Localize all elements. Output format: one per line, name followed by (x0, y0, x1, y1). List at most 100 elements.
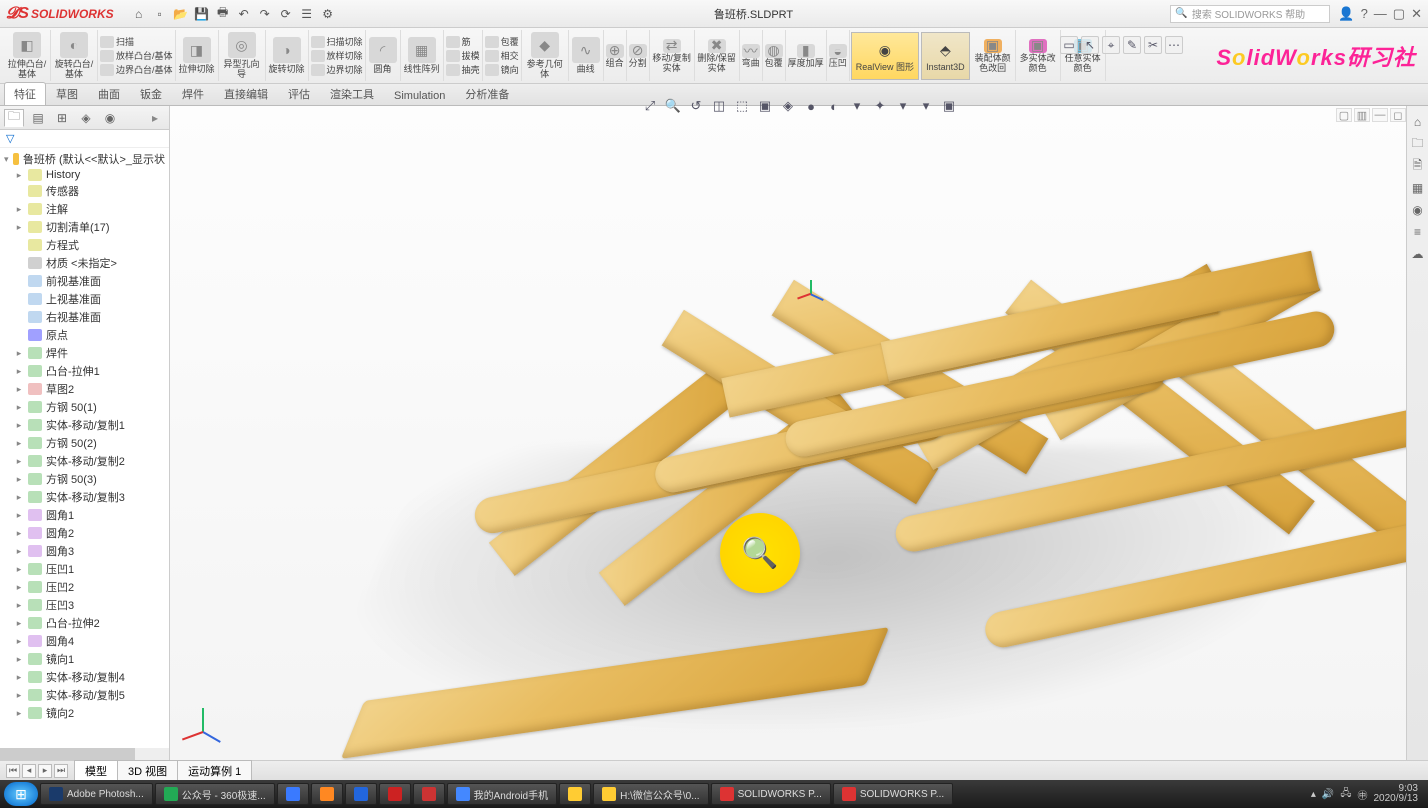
config-mgr-tab[interactable]: ⊞ (52, 109, 72, 127)
tree-item-13[interactable]: ▸方钢 50(1) (0, 398, 169, 416)
minimize-icon[interactable]: — (1374, 6, 1387, 22)
taskbar-item-7[interactable]: 我的Android手机 (447, 783, 557, 805)
cm-tab-2[interactable]: 曲面 (88, 82, 130, 105)
tree-item-22[interactable]: ▸压凹1 (0, 560, 169, 578)
taskbar-item-3[interactable] (311, 783, 343, 805)
shell-button[interactable]: 抽壳 (446, 63, 480, 76)
tree-item-6[interactable]: 前视基准面 (0, 272, 169, 290)
more-icon[interactable]: ⋯ (1165, 36, 1183, 54)
zoom-area-icon[interactable]: 🔍 (663, 96, 683, 116)
system-tray[interactable]: ▴ 🔊 🖧 ㊥ 9:032020/9/13 (1311, 784, 1424, 804)
linear-pattern-button[interactable]: ▦线性阵列 (401, 30, 444, 81)
login-icon[interactable]: 👤 (1338, 6, 1354, 22)
tray-arrow-icon[interactable]: ▴ (1311, 789, 1316, 800)
tree-item-16[interactable]: ▸实体-移动/复制2 (0, 452, 169, 470)
rib-button[interactable]: 筋 (446, 35, 480, 48)
camera-icon[interactable]: ▾ (893, 96, 913, 116)
multibody-color-button[interactable]: ▣多实体改颜色 (1016, 30, 1061, 81)
thicken-button[interactable]: ▮厚度加厚 (786, 30, 827, 81)
bottom-tab-0[interactable]: 模型 (74, 760, 118, 781)
revolve-cut-button[interactable]: ◑旋转切除 (266, 30, 309, 81)
print-icon[interactable]: 🖶 (214, 5, 232, 23)
view-triad[interactable] (190, 700, 230, 740)
curves-button[interactable]: ∿曲线 (569, 30, 604, 81)
color-icon[interactable]: ✎ (1123, 36, 1141, 54)
tray-ime-icon[interactable]: ㊥ (1358, 787, 1368, 802)
tree-item-28[interactable]: ▸实体-移动/复制4 (0, 668, 169, 686)
tree-item-1[interactable]: 传感器 (0, 182, 169, 200)
bottom-tab-2[interactable]: 运动算例 1 (177, 760, 252, 781)
tree-item-30[interactable]: ▸镜向2 (0, 704, 169, 722)
panel-hscroll[interactable] (0, 748, 169, 760)
close-icon[interactable]: ✕ (1411, 6, 1422, 22)
boundary-cut-button[interactable]: 边界切除 (311, 63, 363, 76)
tree-item-9[interactable]: 原点 (0, 326, 169, 344)
taskbar-item-8[interactable] (559, 783, 591, 805)
instant3d-toggle[interactable]: ⬘Instant3D (921, 32, 970, 80)
design-lib-icon[interactable]: 🗀 (1410, 136, 1426, 152)
fillet-button[interactable]: ◜圆角 (366, 30, 401, 81)
cm-tab-0[interactable]: 特征 (4, 82, 46, 105)
realview-toggle[interactable]: ◉RealView 图形 (851, 32, 919, 80)
loft-boss-button[interactable]: 放样凸台/基体 (100, 49, 173, 62)
taskbar-item-9[interactable]: H:\微信公众号\0... (593, 783, 708, 805)
wrap-button[interactable]: 包覆 (485, 35, 519, 48)
vp-max-icon[interactable]: ◻ (1390, 108, 1406, 122)
tree-item-20[interactable]: ▸圆角2 (0, 524, 169, 542)
display-mgr-tab[interactable]: ◉ (100, 109, 120, 127)
revolve-boss-button[interactable]: ◐旋转凸台/基体 (51, 30, 98, 81)
boundary-boss-button[interactable]: 边界凸台/基体 (100, 63, 173, 76)
feature-tree-tab[interactable]: 🗀 (4, 109, 24, 127)
graphics-area[interactable]: ▢ ▥ — ◻ ✕ (170, 106, 1428, 760)
render-icon[interactable]: ✦ (870, 96, 890, 116)
save-icon[interactable]: 💾 (193, 5, 211, 23)
tree-item-25[interactable]: ▸凸台-拉伸2 (0, 614, 169, 632)
swept-cut-button[interactable]: 扫描切除 (311, 35, 363, 48)
flyout-icon[interactable]: ▸ (145, 109, 165, 127)
cm-tab-1[interactable]: 草图 (46, 82, 88, 105)
scene-icon[interactable]: ◐ (824, 96, 844, 116)
vp-split-icon[interactable]: ▥ (1354, 108, 1370, 122)
file-explorer-icon[interactable]: 🗎 (1410, 158, 1426, 174)
tree-item-0[interactable]: ▸History (0, 168, 169, 182)
tray-net-icon[interactable]: 🖧 (1340, 786, 1351, 803)
display-style-icon[interactable]: ▣ (755, 96, 775, 116)
taskbar-item-4[interactable] (345, 783, 377, 805)
tree-item-17[interactable]: ▸方钢 50(3) (0, 470, 169, 488)
tree-root[interactable]: ▾鲁班桥 (默认<<默认>_显示状 (0, 150, 169, 168)
tree-filter[interactable]: ▽ (0, 130, 169, 148)
delete-keep-button[interactable]: ✖删除/保留实体 (695, 30, 740, 81)
tree-item-7[interactable]: 上视基准面 (0, 290, 169, 308)
hole-wizard-button[interactable]: ◎异型孔向导 (219, 30, 266, 81)
mirror-button[interactable]: 镜向 (485, 63, 519, 76)
taskbar-item-0[interactable]: Adobe Photosh... (40, 783, 153, 805)
cursor-icon[interactable]: ↖ (1081, 36, 1099, 54)
tree-item-19[interactable]: ▸圆角1 (0, 506, 169, 524)
magnet-icon[interactable]: ⌖ (1102, 36, 1120, 54)
tree-item-21[interactable]: ▸圆角3 (0, 542, 169, 560)
options-icon[interactable]: ☰ (298, 5, 316, 23)
taskbar-item-1[interactable]: 公众号 - 360极速... (155, 783, 275, 805)
tree-item-26[interactable]: ▸圆角4 (0, 632, 169, 650)
cm-tab-3[interactable]: 钣金 (130, 82, 172, 105)
tray-vol-icon[interactable]: 🔊 (1322, 789, 1334, 800)
taskbar-item-6[interactable] (413, 783, 445, 805)
tree-item-29[interactable]: ▸实体-移动/复制5 (0, 686, 169, 704)
draft-button[interactable]: 拔模 (446, 49, 480, 62)
split-button[interactable]: ⊘分割 (627, 30, 650, 81)
tray-clock[interactable]: 9:032020/9/13 (1374, 784, 1419, 804)
indent-button[interactable]: ◒压凹 (827, 30, 850, 81)
cm-tab-9[interactable]: 分析准备 (455, 82, 519, 105)
extrude-boss-button[interactable]: ◧拉伸凸台/基体 (4, 30, 51, 81)
open-icon[interactable]: 📂 (172, 5, 190, 23)
appearances-icon[interactable]: ◉ (1410, 202, 1426, 218)
tab-first-icon[interactable]: ⏮ (6, 764, 20, 778)
tab-last-icon[interactable]: ⏭ (54, 764, 68, 778)
taskbar-item-5[interactable] (379, 783, 411, 805)
resources-icon[interactable]: ⌂ (1410, 114, 1426, 130)
tree-item-8[interactable]: 右视基准面 (0, 308, 169, 326)
settings-icon[interactable]: ⚙ (319, 5, 337, 23)
bottom-tab-1[interactable]: 3D 视图 (117, 760, 178, 781)
taskbar-item-11[interactable]: SOLIDWORKS P... (833, 783, 953, 805)
reference-geometry-button[interactable]: ◆参考几何体 (522, 30, 569, 81)
